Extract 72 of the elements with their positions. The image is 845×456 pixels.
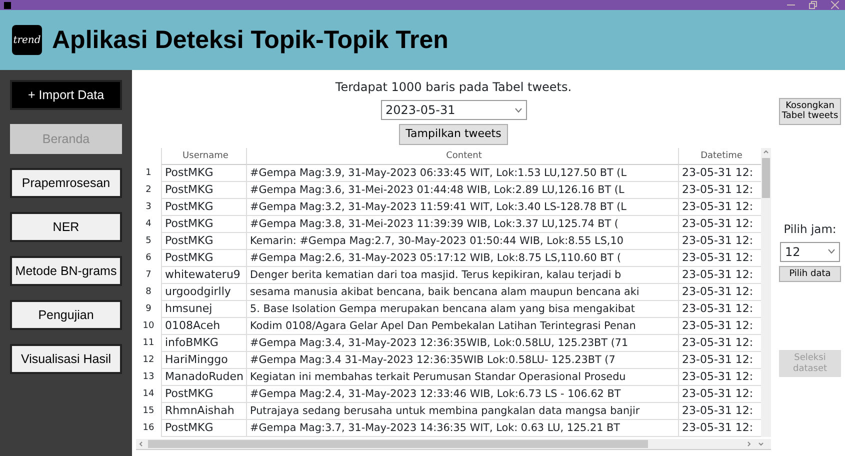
pick-data-button[interactable]: Pilih data	[779, 266, 841, 282]
row-number: 4	[144, 218, 152, 230]
table-cell: #Gempa Mag:3.8, 31-Mei-2023 11:39:39 WIB, Lok:3.37 LU,125.74 BT (	[246, 216, 678, 232]
row-number: 12	[142, 354, 156, 366]
column-header: Content	[246, 148, 678, 164]
table-cell: PostMKG	[161, 250, 246, 266]
hour-label: Pilih jam:	[784, 220, 836, 238]
nav-button[interactable]: Prapemrosesan	[10, 168, 122, 198]
nav-button[interactable]: NER	[10, 212, 122, 242]
nav-button[interactable]: Visualisasi Hasil	[10, 344, 122, 374]
horizontal-scrollbar[interactable]	[136, 438, 771, 448]
row-number: 2	[144, 184, 152, 196]
table-cell: HariMinggo	[161, 352, 246, 368]
table-cell: whitewateru9	[161, 266, 246, 284]
table-cell: Denger berita kematian dari toa masjid. Terus kepikiran, kalau terjadi b	[246, 266, 678, 284]
table-cell: PostMKG	[161, 386, 246, 402]
app-title: Aplikasi Deteksi Topik-Topik Tren	[52, 25, 448, 55]
table-cell: hmsunej	[161, 300, 246, 318]
row-number: 3	[144, 200, 152, 214]
hour-select[interactable]: 12	[780, 242, 840, 262]
row-number: 9	[144, 302, 152, 316]
table-cell: Kegiatan ini membahas terkait Perumusan Standar Operasional Prosedu	[246, 368, 678, 386]
table-cell: sesama manusia akibat bencana, baik bencana alam maupun bencana aki	[246, 284, 678, 300]
clear-table-button[interactable]: Kosongkan Tabel tweets	[779, 98, 841, 125]
row-number: 14	[142, 388, 156, 400]
nav-button[interactable]: Pengujian	[10, 300, 122, 330]
table-cell: ManadoRuden	[161, 368, 246, 386]
table-cell: #Gempa Mag:3.7, 31-May-2023 14:36:35 WIT, Lok: 0.63 LU, 125.21 BT	[246, 420, 678, 436]
table-cell: PostMKG	[161, 164, 246, 182]
table-cell: PostMKG	[161, 216, 246, 232]
date-select[interactable]: 2023-05-31	[380, 100, 526, 120]
row-number: 7	[144, 268, 152, 282]
info-text: Terdapat 1000 baris pada Tabel tweets.	[335, 79, 572, 96]
table-cell: PostMKG	[161, 232, 246, 250]
row-number: 5	[144, 234, 152, 248]
table-cell: PostMKG	[161, 182, 246, 198]
dropdown-icon	[828, 249, 835, 254]
row-number: 13	[142, 370, 156, 384]
row-number: 15	[142, 404, 156, 418]
table-cell: #Gempa Mag:3.4 31-May-2023 12:36:35WIB Lok:0.58LU- 125.23BT (7	[246, 352, 678, 368]
close-icon[interactable]	[831, 1, 839, 9]
table-cell: Putrajaya sedang berusaha untuk membina pangkalan data mangsa banjir	[246, 402, 678, 420]
row-number: 1	[144, 166, 152, 180]
restore-icon[interactable]	[809, 1, 817, 9]
app-icon	[4, 2, 11, 8]
column-header: Username	[161, 148, 246, 164]
table-cell: #Gempa Mag:3.9, 31-May-2023 06:33:45 WIT, Lok:1.53 LU,127.50 BT (L	[246, 164, 678, 182]
table-cell: #Gempa Mag:3.6, 31-Mei-2023 01:44:48 WIB, Lok:2.89 LU,126.16 BT (L	[246, 182, 678, 198]
table-cell: 5. Base Isolation Gempa merupakan bencana alam yang bisa mengakibat	[246, 300, 678, 318]
table-cell: Kodim 0108/Agara Gelar Apel Dan Pembekalan Latihan Terintegrasi Penan	[246, 318, 678, 334]
row-number: 16	[142, 422, 156, 434]
table-cell: PostMKG	[161, 420, 246, 436]
minimize-icon[interactable]	[787, 2, 795, 8]
table-cell: RhmnAishah	[161, 402, 246, 420]
row-number: 11	[142, 336, 156, 350]
table-cell: #Gempa Mag:2.4, 31-May-2023 12:33:46 WIB, Lok:6.73 LS - 106.62 BT	[246, 386, 678, 402]
table-cell: infoBMKG	[161, 334, 246, 352]
dropdown-icon	[514, 108, 522, 112]
table-cell: PostMKG	[161, 198, 246, 216]
import-button[interactable]: + Import Data	[10, 80, 122, 110]
table-cell: Kemarin: #Gempa Mag:2.7, 30-May-2023 01:50:44 WIB, Lok:8.55 LS,10	[246, 232, 678, 250]
row-number: 10	[142, 320, 156, 332]
row-number: 8	[144, 286, 152, 298]
table-cell: #Gempa Mag:2.6, 31-May-2023 05:17:12 WIB, Lok:8.75 LS,110.60 BT (	[246, 250, 678, 266]
logo: trend	[12, 25, 42, 55]
table-cell: urgoodgirlly	[161, 284, 246, 300]
row-number: 6	[144, 252, 152, 264]
nav-button[interactable]: Metode BN-grams	[10, 256, 122, 286]
table-cell: #Gempa Mag:3.4, 31-May-2023 12:36:35WIB, Lok:0.58LU, 125.23BT (71	[246, 334, 678, 352]
table-cell: 0108Aceh	[161, 318, 246, 334]
table-cell: #Gempa Mag:3.2, 31-May-2023 11:59:41 WIT, Lok:3.40 LS-128.78 BT (L	[246, 198, 678, 216]
show-tweets-button[interactable]: Tampilkan tweets	[398, 124, 508, 144]
